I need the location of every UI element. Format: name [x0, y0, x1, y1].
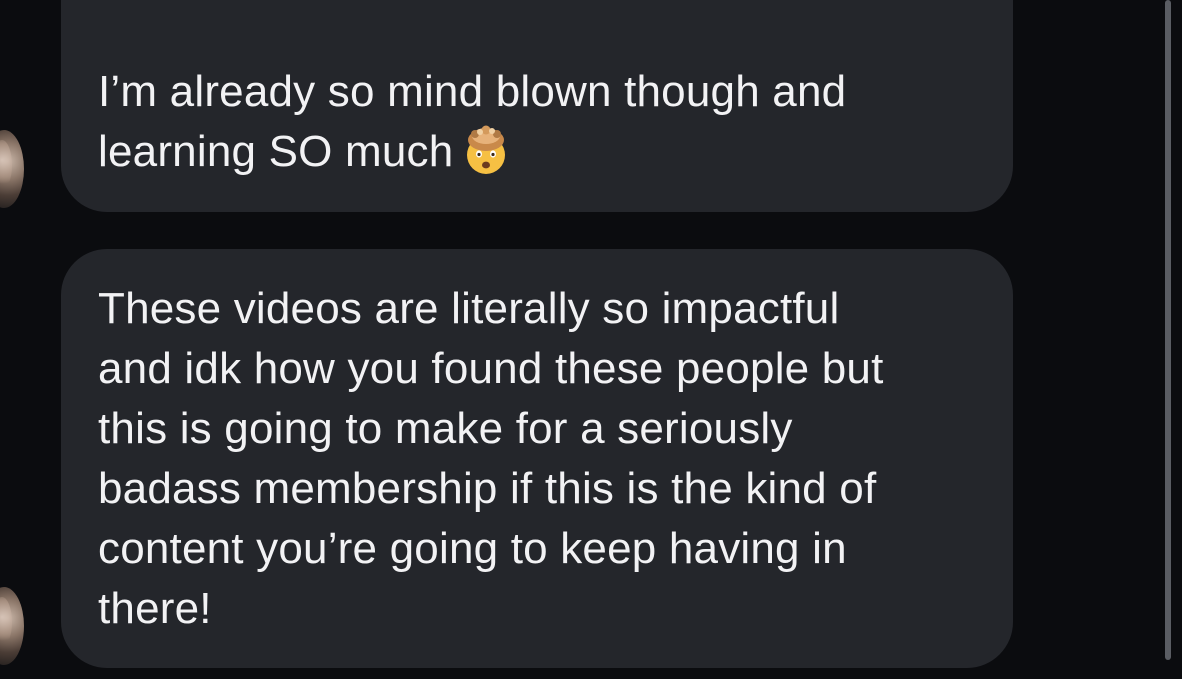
sender-avatar[interactable]	[0, 587, 24, 665]
message-line: These videos are literally so impactful	[98, 284, 840, 333]
message-line: this is going to make for a seriously	[98, 404, 793, 453]
exploding-head-emoji-icon	[467, 125, 506, 174]
message-line-text: learning SO much	[98, 127, 454, 176]
message-line: badass membership if this is the kind of	[98, 464, 877, 513]
message-line: learning SO much	[98, 122, 979, 182]
message-bubble[interactable]: I’m already so mind blown though and lea…	[61, 0, 1013, 212]
message-line: there!	[98, 584, 212, 633]
message-line: and idk how you found these people but	[98, 344, 884, 393]
message-line: I’m already so mind blown though and	[98, 67, 847, 116]
message-bubble[interactable]: These videos are literally so impactful …	[61, 249, 1013, 668]
scrollbar-thumb[interactable]	[1165, 0, 1171, 660]
message-line: content you’re going to keep having in	[98, 524, 847, 573]
sender-avatar[interactable]	[0, 130, 24, 208]
chat-thread: I’m already so mind blown though and lea…	[0, 0, 1182, 679]
